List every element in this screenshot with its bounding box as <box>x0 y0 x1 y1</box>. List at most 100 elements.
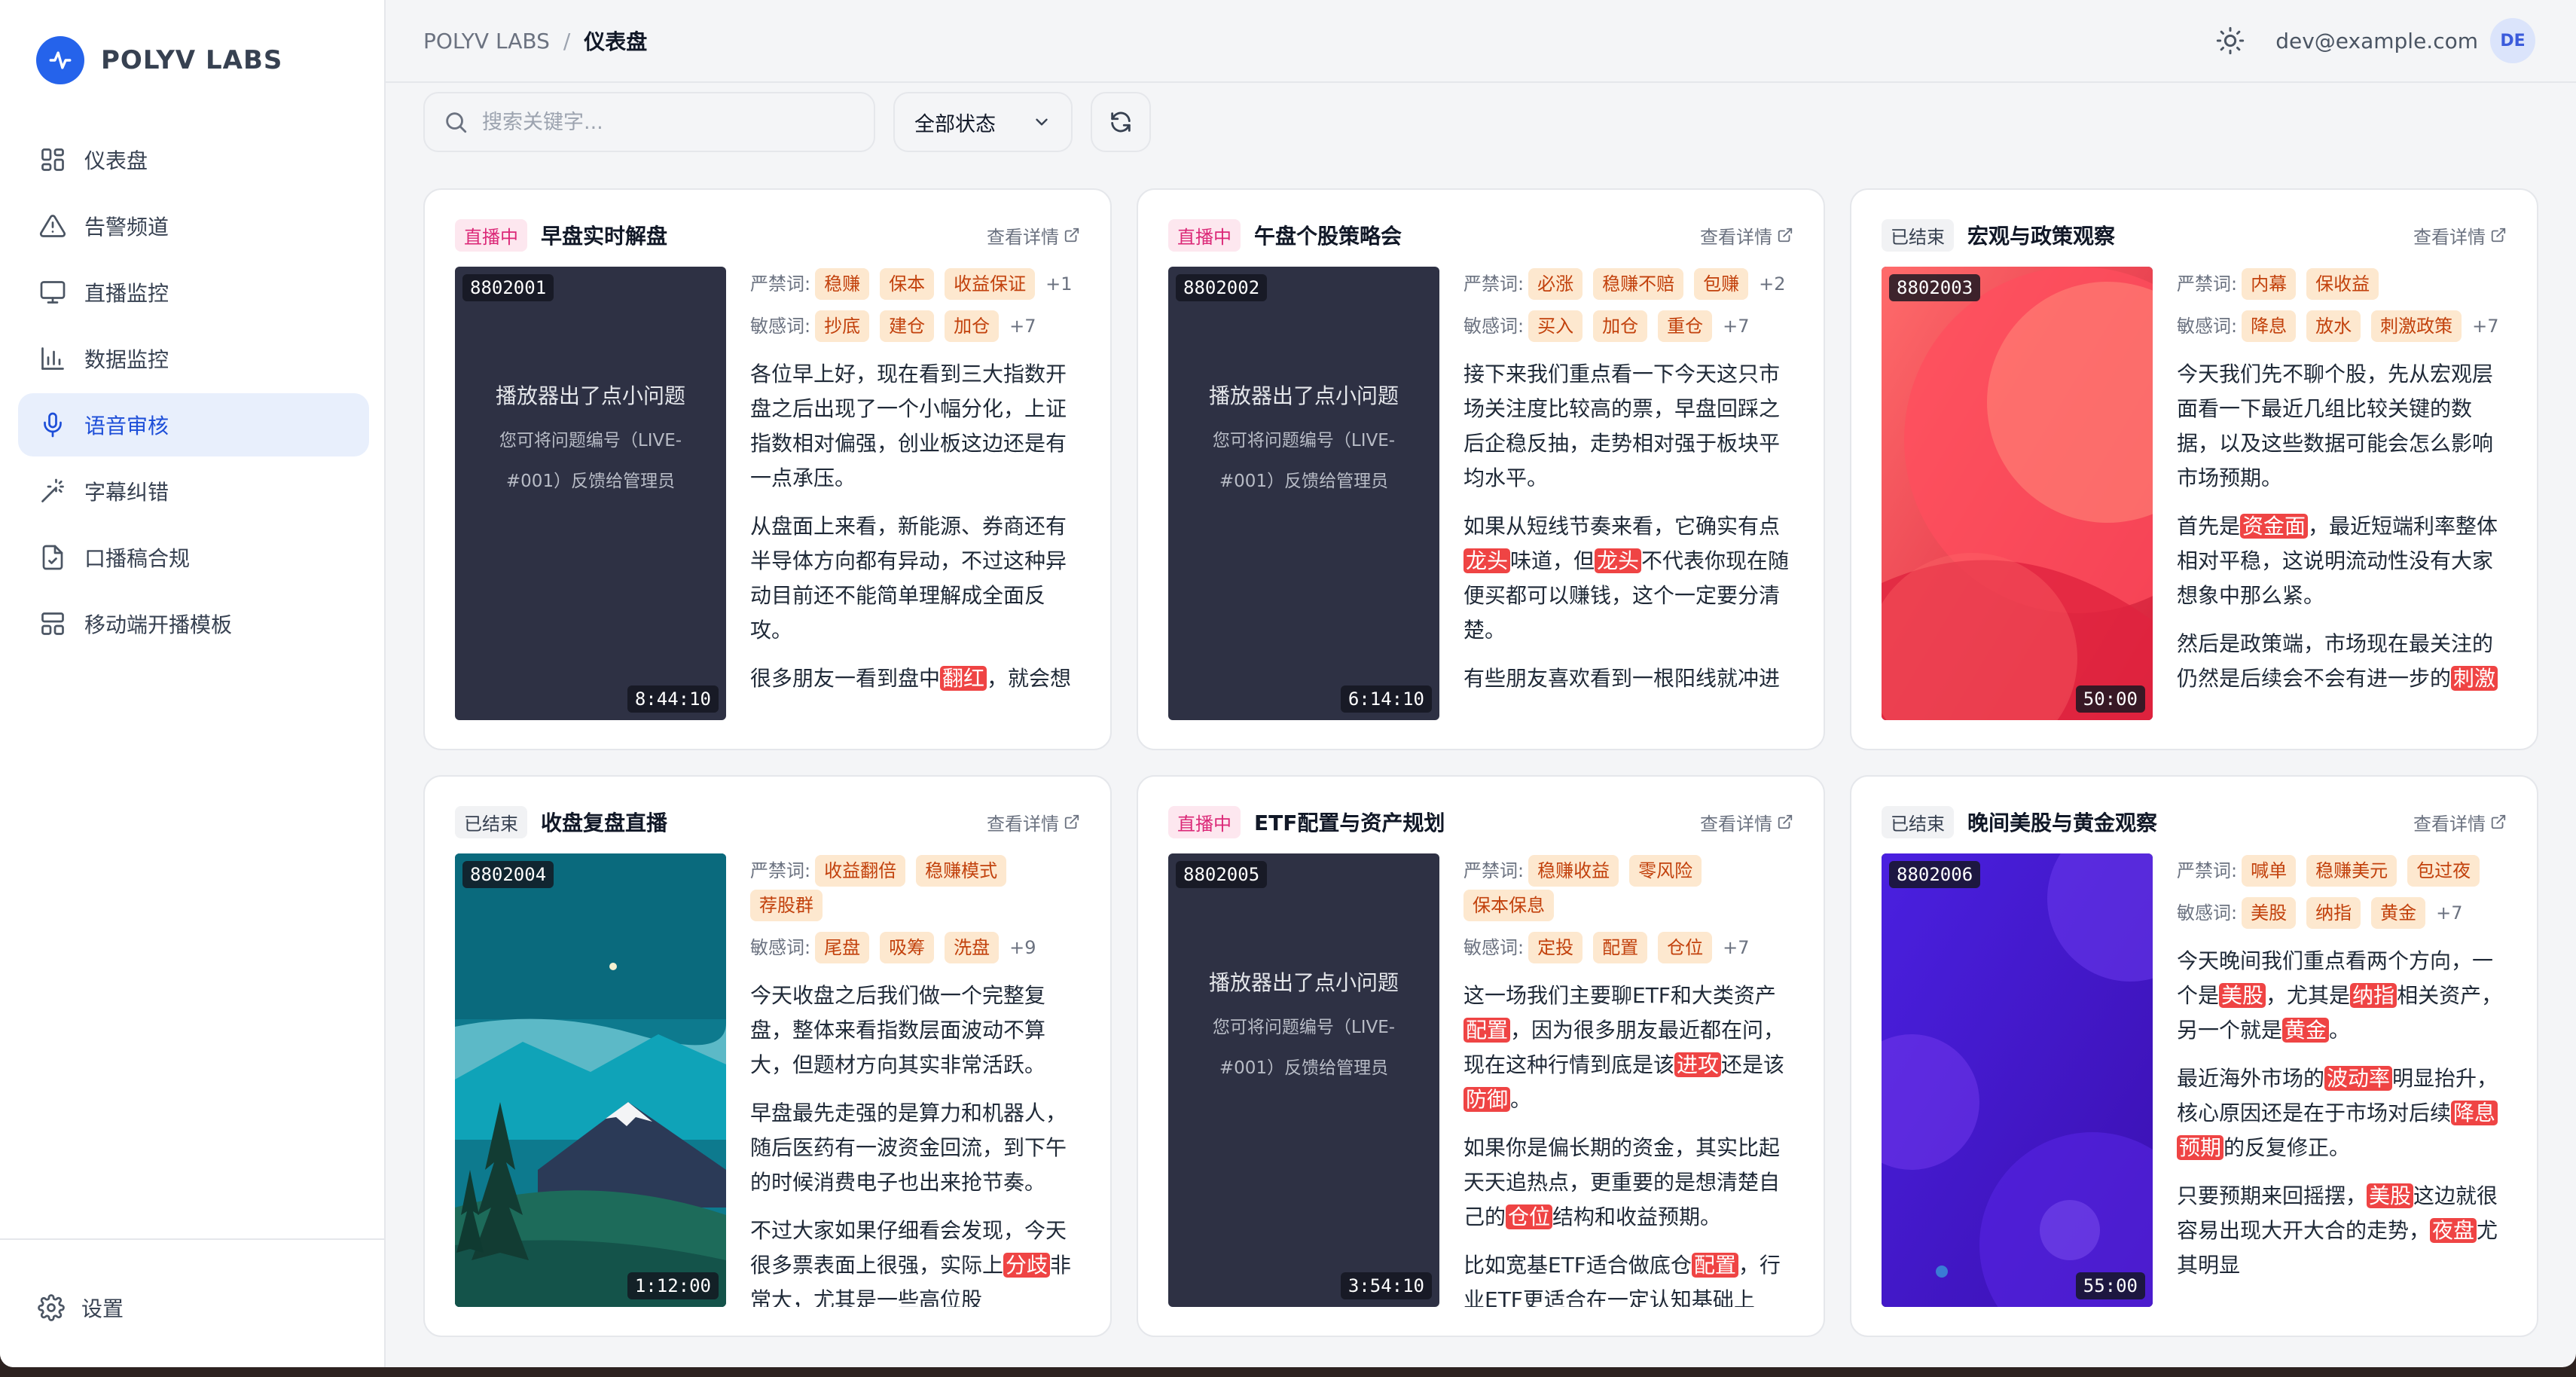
transcript-text: 很多朋友一看到盘中 <box>750 666 941 691</box>
settings-button[interactable]: 设置 <box>38 1293 124 1323</box>
keyword-chip: 美股 <box>2242 897 2297 929</box>
keyword-chip: 尾盘 <box>815 932 870 963</box>
view-detail-link[interactable]: 查看详情 <box>1700 809 1793 835</box>
banned-more-count[interactable]: +1 <box>1045 267 1072 301</box>
keyword-chip: 放水 <box>2306 310 2361 342</box>
view-detail-link[interactable]: 查看详情 <box>2413 222 2507 249</box>
card-info: 严禁词: 收益翻倍 稳赚模式 荐股群 敏感词: 尾盘 吸筹 洗盘 +9 今天收盘之后我们做一个完整… <box>750 853 1082 1307</box>
transcript-text: 有些朋友喜欢看到一根阳线就冲进 <box>1463 666 1781 691</box>
stream-id: 8802006 <box>1889 861 1981 888</box>
view-detail-label: 查看详情 <box>2413 813 2486 835</box>
sidebar-item-2[interactable]: 直播监控 <box>18 261 369 324</box>
search-input[interactable] <box>482 110 859 134</box>
sidebar-item-3[interactable]: 数据监控 <box>18 327 369 390</box>
keyword-chip: 重仓 <box>1658 310 1713 342</box>
search-box[interactable] <box>423 92 875 152</box>
stream-id: 8802003 <box>1889 274 1981 301</box>
transcript-text: 这一场我们主要聊ETF和大类资产 <box>1463 983 1776 1008</box>
user-email[interactable]: dev@example.com <box>2275 29 2478 53</box>
sidebar-item-7[interactable]: 移动端开播模板 <box>18 592 369 655</box>
sensitive-more-count[interactable]: +7 <box>1723 931 1749 964</box>
stream-card[interactable]: 直播中 早盘实时解盘 查看详情 播放器出了点小问题 您可将问题编号（LIVE- #001）… <box>423 188 1112 750</box>
refresh-icon <box>1111 111 1131 133</box>
view-detail-label: 查看详情 <box>1700 813 1772 835</box>
transcript-paragraph: 从盘面上来看，新能源、券商还有半导体方向都有异动，不过这种异动目前还不能简单理解… <box>750 509 1082 648</box>
view-detail-link[interactable]: 查看详情 <box>987 809 1080 835</box>
banned-words-row: 严禁词: 内幕 保收益 <box>2177 267 2508 301</box>
sensitive-more-count[interactable]: +7 <box>2472 310 2498 343</box>
stream-id: 8802001 <box>462 274 554 301</box>
transcript-text: 。 <box>2329 1018 2351 1043</box>
banned-more-count[interactable]: +2 <box>1759 267 1785 301</box>
view-detail-link[interactable]: 查看详情 <box>1700 222 1793 249</box>
stream-player[interactable]: 8802004 1:12:00 <box>455 853 726 1307</box>
highlighted-keyword: 黄金 <box>2282 1018 2330 1043</box>
card-title: 晚间美股与黄金观察 <box>1967 811 2158 835</box>
stream-duration: 50:00 <box>2075 685 2145 713</box>
stream-card[interactable]: 已结束 宏观与政策观察 查看详情 8802003 50:00 严禁词: 内幕 保收益 敏感词: 降… <box>1850 188 2538 750</box>
view-detail-link[interactable]: 查看详情 <box>987 222 1080 249</box>
sun-theme-toggle-icon[interactable] <box>2215 26 2245 56</box>
transcript-paragraph: 各位早上好，现在看到三大指数开盘之后出现了一个小幅分化，上证指数相对偏强，创业板… <box>750 357 1082 496</box>
keyword-chip: 定投 <box>1528 932 1583 963</box>
transcript-paragraph: 如果你是偏长期的资金，其实比起天天追热点，更重要的是想清楚自己的 仓位 结构和收益预… <box>1463 1131 1795 1235</box>
stream-card[interactable]: 直播中 ETF配置与资产规划 查看详情 播放器出了点小问题 您可将问题编号（LIVE- #… <box>1137 775 1825 1337</box>
player-error-line1: 您可将问题编号（LIVE- <box>499 431 682 450</box>
stream-player[interactable]: 播放器出了点小问题 您可将问题编号（LIVE- #001）反馈给管理员 8802001… <box>455 267 726 720</box>
banned-words-row: 严禁词: 稳赚 保本 收益保证 +1 <box>750 267 1082 301</box>
sidebar-item-label: 语音审核 <box>84 414 169 438</box>
sidebar-item-label: 仪表盘 <box>84 148 148 173</box>
sidebar-nav: 仪表盘告警频道直播监控数据监控语音审核字幕纠错口播稿合规移动端开播模板 <box>18 128 369 658</box>
refresh-button[interactable] <box>1091 92 1151 152</box>
sensitive-label: 敏感词: <box>2177 316 2238 337</box>
player-error-line2: #001）反馈给管理员 <box>505 472 676 491</box>
view-detail-label: 查看详情 <box>987 813 1059 835</box>
dashboard-icon <box>38 145 68 175</box>
player-error: 播放器出了点小问题 您可将问题编号（LIVE- #001）反馈给管理员 <box>1168 380 1439 502</box>
avatar[interactable]: DE <box>2490 18 2535 63</box>
card-info: 严禁词: 必涨 稳赚不赔 包赚 +2 敏感词: 买入 加仓 重仓 +7 接下来我们重点看一下今天这只… <box>1463 267 1795 720</box>
stream-player[interactable]: 播放器出了点小问题 您可将问题编号（LIVE- #001）反馈给管理员 8802005… <box>1168 853 1439 1307</box>
keyword-chip: 稳赚 <box>815 268 870 300</box>
sidebar-item-1[interactable]: 告警频道 <box>18 194 369 258</box>
external-link-icon <box>1064 227 1079 243</box>
transcript-text: 然后是政策端，市场现在最关注的仍然是后续会不会有进一步的 <box>2177 631 2494 691</box>
filter-toolbar: 全部状态 <box>423 92 1151 152</box>
breadcrumb-root[interactable]: POLYV LABS <box>423 29 550 53</box>
stream-card[interactable]: 已结束 晚间美股与黄金观察 查看详情 8802006 55:00 严禁词: 喊单 稳赚美元 包过… <box>1850 775 2538 1337</box>
highlighted-keyword: 防御 <box>1463 1087 1511 1112</box>
sensitive-more-count[interactable]: +7 <box>1723 310 1749 343</box>
stream-player[interactable]: 8802006 55:00 <box>1882 853 2153 1307</box>
transcript-text: 今天我们先不聊个股，先从宏观层面看一下最近几组比较关键的数据，以及这些数据可能会… <box>2177 362 2494 490</box>
status-badge: 已结束 <box>1882 218 1954 252</box>
player-error-title: 播放器出了点小问题 <box>1208 383 1399 408</box>
transcript-text: 如果从短线节奏来看，它确实有点 <box>1463 514 1781 539</box>
view-detail-link[interactable]: 查看详情 <box>2413 809 2507 835</box>
banned-words-row: 严禁词: 必涨 稳赚不赔 包赚 +2 <box>1463 267 1795 301</box>
sidebar-item-5[interactable]: 字幕纠错 <box>18 460 369 523</box>
sidebar-item-label: 直播监控 <box>84 281 169 306</box>
card-title: 宏观与政策观察 <box>1967 224 2116 249</box>
status-select[interactable]: 全部状态 <box>893 92 1073 152</box>
stream-player[interactable]: 8802003 50:00 <box>1882 267 2153 720</box>
highlighted-keyword: 预期 <box>2177 1135 2224 1160</box>
sensitive-words-row: 敏感词: 降息 放水 刺激政策 +7 <box>2177 309 2508 343</box>
keyword-chip: 建仓 <box>880 310 935 342</box>
stream-card[interactable]: 直播中 午盘个股策略会 查看详情 播放器出了点小问题 您可将问题编号（LIVE- #001… <box>1137 188 1825 750</box>
sensitive-more-count[interactable]: +9 <box>1009 931 1036 964</box>
keyword-chip: 保本保息 <box>1463 890 1554 921</box>
sidebar-item-label: 口播稿合规 <box>84 546 191 571</box>
status-badge: 已结束 <box>1882 805 1954 838</box>
sensitive-more-count[interactable]: +7 <box>2436 896 2462 930</box>
highlighted-keyword: 龙头 <box>1463 548 1511 573</box>
stream-player[interactable]: 播放器出了点小问题 您可将问题编号（LIVE- #001）反馈给管理员 8802002… <box>1168 267 1439 720</box>
keyword-chip: 保收益 <box>2306 268 2379 300</box>
brand[interactable]: POLYV LABS <box>36 36 282 84</box>
sensitive-more-count[interactable]: +7 <box>1009 310 1036 343</box>
keyword-chip: 包赚 <box>1694 268 1749 300</box>
sidebar-item-4[interactable]: 语音审核 <box>18 393 369 456</box>
sidebar-item-6[interactable]: 口播稿合规 <box>18 526 369 589</box>
banned-label: 严禁词: <box>1463 273 1525 295</box>
stream-card[interactable]: 已结束 收盘复盘直播 查看详情 8802004 1:12:00 严禁词: 收益翻倍 稳赚模式荐… <box>423 775 1112 1337</box>
sidebar-item-0[interactable]: 仪表盘 <box>18 128 369 191</box>
